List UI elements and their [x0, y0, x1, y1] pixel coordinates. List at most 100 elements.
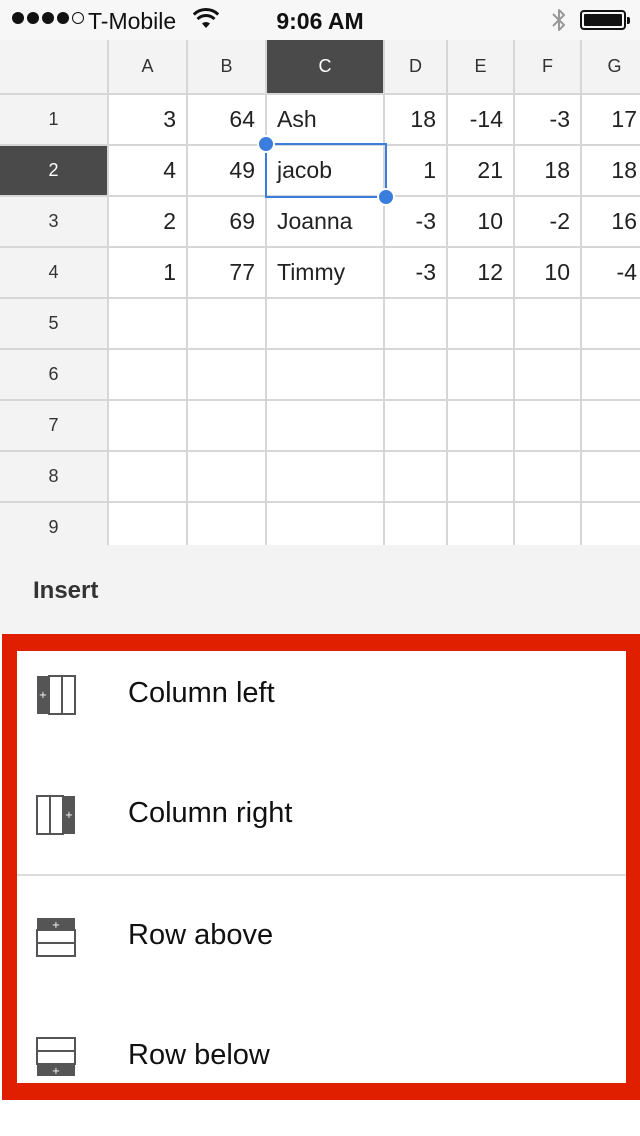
- spreadsheet-grid[interactable]: A B C D E F G 1 3 64 Ash 18 -14 -3 17 2 4 49 jacob 1…: [0, 40, 640, 545]
- status-bar: T-Mobile 9:06 AM: [0, 0, 640, 40]
- column-header-f[interactable]: F: [515, 40, 582, 95]
- cell-g8[interactable]: [582, 452, 640, 503]
- cell-g9[interactable]: [582, 503, 640, 545]
- cell-e5[interactable]: [448, 299, 515, 350]
- cell-g7[interactable]: [582, 401, 640, 452]
- cell-c6[interactable]: [267, 350, 385, 401]
- cell-e6[interactable]: [448, 350, 515, 401]
- menu-divider: [17, 874, 626, 876]
- insert-column-left-button[interactable]: + Column left: [17, 651, 626, 771]
- insert-column-left-icon: +: [37, 675, 76, 715]
- cell-c2[interactable]: jacob: [267, 146, 385, 197]
- cell-e2[interactable]: 21: [448, 146, 515, 197]
- row-header-4[interactable]: 4: [0, 248, 109, 299]
- cell-b5[interactable]: [188, 299, 267, 350]
- cell-b2[interactable]: 49: [188, 146, 267, 197]
- insert-options-list: + Column left + Column right + Row above…: [17, 651, 626, 1083]
- cell-d5[interactable]: [385, 299, 448, 350]
- cell-e9[interactable]: [448, 503, 515, 545]
- cell-e4[interactable]: 12: [448, 248, 515, 299]
- cell-c3[interactable]: Joanna: [267, 197, 385, 248]
- cell-g4[interactable]: -4: [582, 248, 640, 299]
- insert-sheet-header: Insert: [0, 545, 640, 634]
- cell-f5[interactable]: [515, 299, 582, 350]
- cell-d1[interactable]: 18: [385, 95, 448, 146]
- column-header-b[interactable]: B: [188, 40, 267, 95]
- cell-f6[interactable]: [515, 350, 582, 401]
- cell-b3[interactable]: 69: [188, 197, 267, 248]
- column-header-d[interactable]: D: [385, 40, 448, 95]
- cell-c1[interactable]: Ash: [267, 95, 385, 146]
- row-header-9[interactable]: 9: [0, 503, 109, 545]
- insert-row-above-label: Row above: [128, 919, 274, 951]
- column-header-e[interactable]: E: [448, 40, 515, 95]
- clock: 9:06 AM: [276, 8, 364, 34]
- cell-e7[interactable]: [448, 401, 515, 452]
- cell-a8[interactable]: [109, 452, 188, 503]
- svg-text:+: +: [39, 690, 47, 701]
- cell-b6[interactable]: [188, 350, 267, 401]
- cell-c4[interactable]: Timmy: [267, 248, 385, 299]
- row-header-1[interactable]: 1: [0, 95, 109, 146]
- cell-d9[interactable]: [385, 503, 448, 545]
- cell-d8[interactable]: [385, 452, 448, 503]
- row-header-3[interactable]: 3: [0, 197, 109, 248]
- cell-d3[interactable]: -3: [385, 197, 448, 248]
- cell-b7[interactable]: [188, 401, 267, 452]
- cell-a4[interactable]: 1: [109, 248, 188, 299]
- cell-g1[interactable]: 17: [582, 95, 640, 146]
- cell-e3[interactable]: 10: [448, 197, 515, 248]
- cell-f7[interactable]: [515, 401, 582, 452]
- cell-f3[interactable]: -2: [515, 197, 582, 248]
- cell-f8[interactable]: [515, 452, 582, 503]
- cell-b4[interactable]: 77: [188, 248, 267, 299]
- insert-column-right-button[interactable]: + Column right: [17, 771, 626, 891]
- row-header-8[interactable]: 8: [0, 452, 109, 503]
- selection-handle-bottom-right[interactable]: [377, 188, 395, 206]
- cell-a5[interactable]: [109, 299, 188, 350]
- cell-b1[interactable]: 64: [188, 95, 267, 146]
- insert-column-right-label: Column right: [128, 797, 293, 829]
- column-header-a[interactable]: A: [109, 40, 188, 95]
- cell-f9[interactable]: [515, 503, 582, 545]
- row-header-5[interactable]: 5: [0, 299, 109, 350]
- cell-e8[interactable]: [448, 452, 515, 503]
- cell-a3[interactable]: 2: [109, 197, 188, 248]
- insert-row-below-icon: +: [36, 1037, 76, 1077]
- row-header-7[interactable]: 7: [0, 401, 109, 452]
- cell-a9[interactable]: [109, 503, 188, 545]
- cell-f4[interactable]: 10: [515, 248, 582, 299]
- cell-f1[interactable]: -3: [515, 95, 582, 146]
- cell-b8[interactable]: [188, 452, 267, 503]
- cell-d6[interactable]: [385, 350, 448, 401]
- insert-row-below-button[interactable]: + Row below: [17, 1013, 626, 1083]
- bluetooth-icon: [552, 9, 565, 31]
- cell-c5[interactable]: [267, 299, 385, 350]
- selection-handle-top-left[interactable]: [257, 135, 275, 153]
- cell-c7[interactable]: [267, 401, 385, 452]
- select-all-corner[interactable]: [0, 40, 109, 95]
- cell-a6[interactable]: [109, 350, 188, 401]
- cell-a1[interactable]: 3: [109, 95, 188, 146]
- cell-f2[interactable]: 18: [515, 146, 582, 197]
- cell-d7[interactable]: [385, 401, 448, 452]
- cell-c8[interactable]: [267, 452, 385, 503]
- svg-text:+: +: [52, 920, 60, 931]
- cell-b9[interactable]: [188, 503, 267, 545]
- cell-a2[interactable]: 4: [109, 146, 188, 197]
- cell-d4[interactable]: -3: [385, 248, 448, 299]
- cell-g3[interactable]: 16: [582, 197, 640, 248]
- row-header-6[interactable]: 6: [0, 350, 109, 401]
- column-header-c[interactable]: C: [267, 40, 385, 95]
- row-header-2[interactable]: 2: [0, 146, 109, 197]
- column-header-g[interactable]: G: [582, 40, 640, 95]
- cell-d2[interactable]: 1: [385, 146, 448, 197]
- cell-c9[interactable]: [267, 503, 385, 545]
- svg-text:+: +: [65, 810, 73, 821]
- cell-a7[interactable]: [109, 401, 188, 452]
- cell-e1[interactable]: -14: [448, 95, 515, 146]
- cell-g5[interactable]: [582, 299, 640, 350]
- insert-row-above-button[interactable]: + Row above: [17, 893, 626, 1013]
- cell-g2[interactable]: 18: [582, 146, 640, 197]
- cell-g6[interactable]: [582, 350, 640, 401]
